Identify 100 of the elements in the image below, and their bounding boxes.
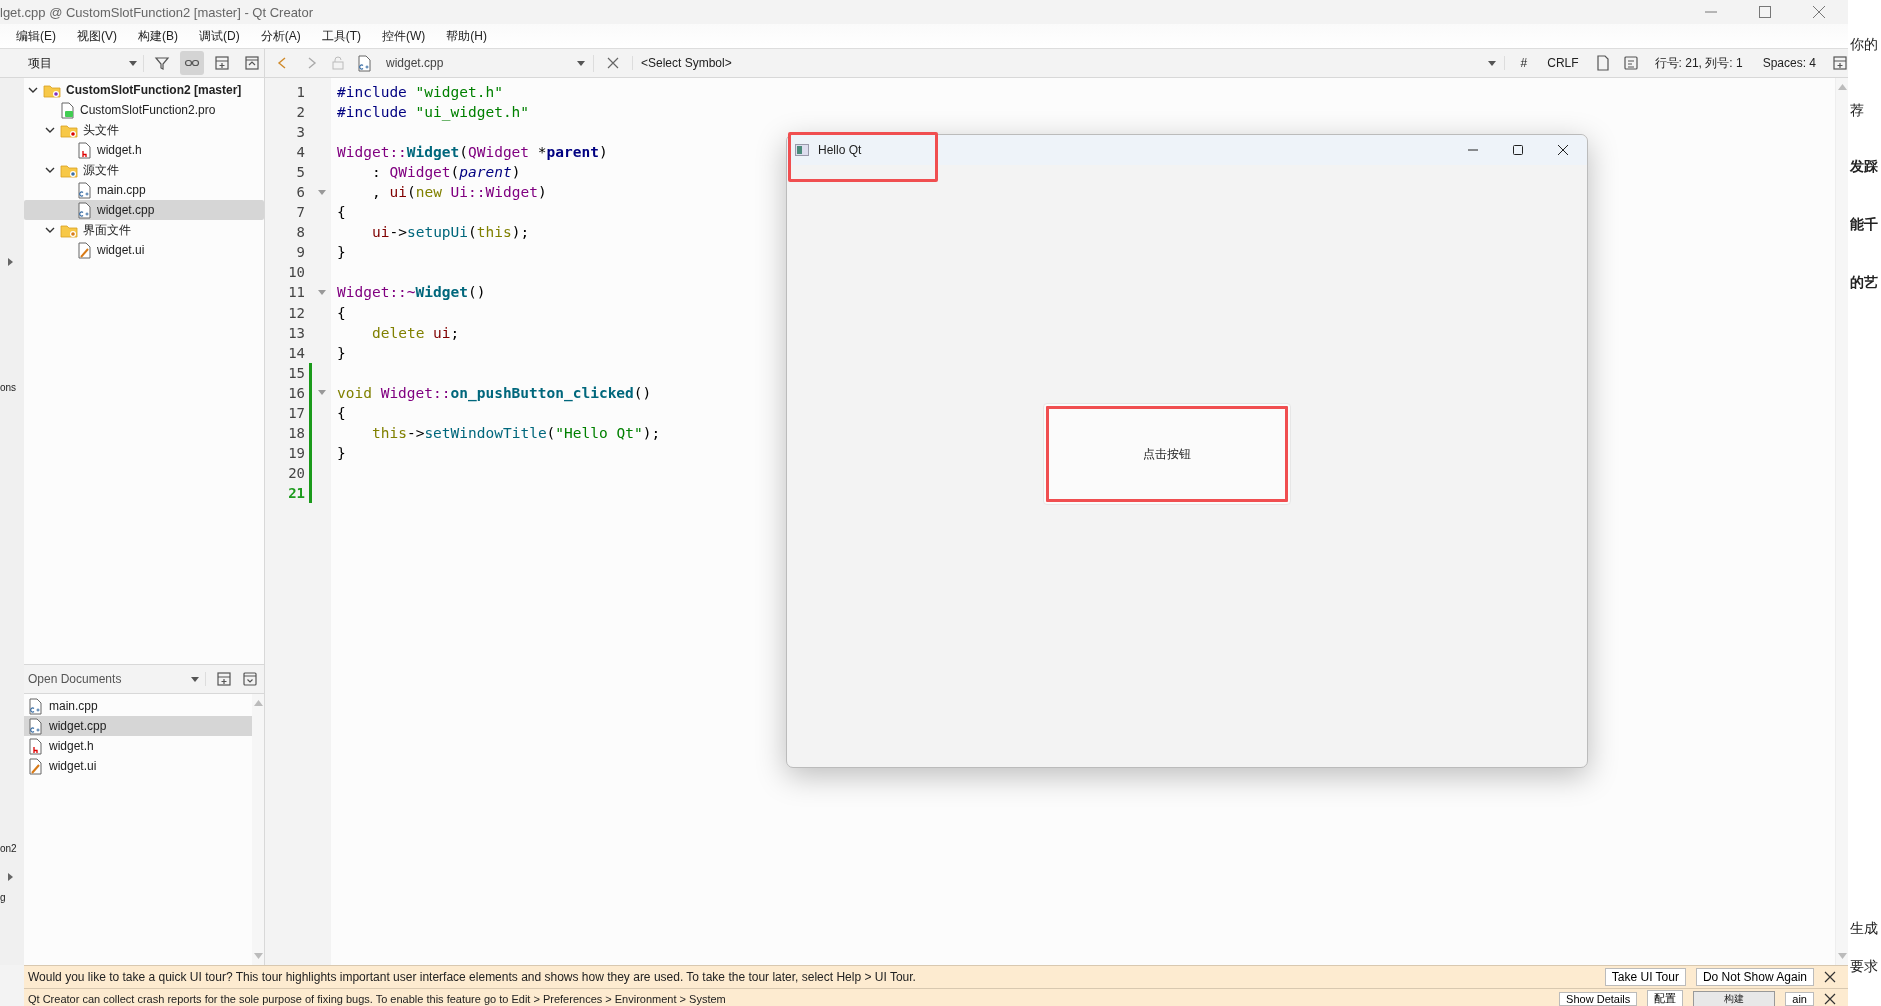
menu-item[interactable]: 帮助(H) bbox=[446, 27, 487, 45]
tree-item[interactable]: CustomSlotFunction2 [master] bbox=[24, 80, 264, 100]
cpp-file-icon bbox=[357, 54, 372, 72]
document-item[interactable]: main.cpp bbox=[24, 696, 252, 716]
line-number: 6 bbox=[295, 184, 305, 201]
notification-text: Would you like to take a quick UI tour? This tour highlights important user interface elements and shows how they are used. To take the tour later, select Help > UI Tour. bbox=[28, 970, 917, 984]
collapse-icon[interactable] bbox=[242, 671, 258, 687]
filter-icon[interactable] bbox=[154, 55, 170, 71]
menu-item[interactable]: 调试(D) bbox=[199, 27, 240, 45]
dropdown-arrow-icon bbox=[191, 676, 199, 682]
notification-text: Qt Creator can collect crash reports for the sole purpose of fixing bugs. To enable this feature go to Edit > Preferences > Environment > System bbox=[28, 992, 727, 1005]
cpp-file-icon bbox=[28, 717, 43, 735]
code-line: this->setWindowTitle("Hello Qt"); bbox=[371, 424, 661, 441]
tree-item[interactable]: widget.h bbox=[24, 140, 264, 160]
dropdown-arrow-icon bbox=[577, 60, 585, 66]
menu-item[interactable]: 编辑(E) bbox=[16, 27, 56, 45]
text-fragment: 的艺 bbox=[1850, 274, 1879, 292]
tree-item[interactable]: CustomSlotFunction2.pro bbox=[24, 100, 264, 120]
line-number: 20 bbox=[287, 464, 305, 481]
project-folder-icon bbox=[43, 82, 61, 98]
menu-item[interactable]: 构建(B) bbox=[138, 27, 178, 45]
split-icon[interactable] bbox=[216, 671, 232, 687]
line-number: 19 bbox=[287, 444, 305, 461]
notification-button[interactable]: Do Not Show Again bbox=[1695, 968, 1814, 986]
symbol-selector[interactable]: <Select Symbol> bbox=[632, 56, 1505, 70]
tree-item[interactable]: widget.cpp bbox=[24, 200, 264, 220]
code-line: { bbox=[337, 204, 346, 221]
code-line: { bbox=[337, 404, 346, 421]
label-fragment: ons bbox=[0, 382, 17, 393]
cursor-position[interactable]: 行号: 21, 列号: 1 bbox=[1654, 54, 1743, 72]
project-file-icon bbox=[60, 101, 75, 119]
menu-item[interactable]: 视图(V) bbox=[77, 27, 117, 45]
cpp-file-icon bbox=[77, 201, 92, 219]
line-number: 15 bbox=[287, 364, 305, 381]
notification-button[interactable]: Show Details bbox=[1559, 991, 1638, 1006]
window-title: Hello Qt bbox=[818, 143, 862, 157]
fold-arrow-icon[interactable] bbox=[317, 189, 326, 195]
view-selector[interactable]: 项目 bbox=[24, 54, 144, 72]
menu-item[interactable]: 控件(W) bbox=[382, 27, 426, 45]
fold-arrow-icon[interactable] bbox=[317, 390, 326, 396]
line-number: 1 bbox=[295, 84, 305, 100]
tooltip: 构建 bbox=[1693, 990, 1776, 1006]
expand-arrow-icon[interactable] bbox=[8, 258, 13, 266]
window-title: lget.cpp @ CustomSlotFunction2 [master] - Qt Creator bbox=[0, 4, 315, 20]
document-item[interactable]: widget.ui bbox=[24, 756, 252, 776]
line-number: 5 bbox=[295, 164, 305, 181]
tree-item[interactable]: 头文件 bbox=[24, 120, 264, 140]
code-line: Widget::~Widget() bbox=[337, 284, 486, 301]
split-icon[interactable] bbox=[214, 55, 230, 71]
line-number: 9 bbox=[295, 244, 305, 261]
code-line: } bbox=[337, 444, 346, 461]
text-fragment: 荐 bbox=[1850, 102, 1865, 120]
notification-button[interactable]: 配置 bbox=[1647, 990, 1684, 1006]
close-icon[interactable] bbox=[1824, 971, 1836, 983]
push-button[interactable]: 点击按钮 bbox=[1043, 403, 1291, 505]
notification-button[interactable]: Take UI Tour bbox=[1604, 968, 1686, 986]
file-icon[interactable] bbox=[1594, 55, 1611, 71]
split-icon[interactable] bbox=[1832, 55, 1848, 71]
code-line: , ui(new Ui::Widget) bbox=[371, 184, 547, 201]
line-number: 17 bbox=[287, 404, 305, 421]
close-icon[interactable] bbox=[1824, 992, 1836, 1005]
header-file-icon bbox=[77, 141, 92, 159]
header-file-icon bbox=[28, 737, 43, 755]
line-number: 7 bbox=[295, 204, 305, 221]
line-number: 14 bbox=[287, 344, 305, 361]
tree-item[interactable]: 源文件 bbox=[24, 160, 264, 180]
encoding-button[interactable]: # bbox=[1520, 56, 1528, 70]
text-fragment: 能千 bbox=[1850, 216, 1879, 234]
expand-arrow-icon[interactable] bbox=[8, 873, 13, 881]
tree-item[interactable]: main.cpp bbox=[24, 180, 264, 200]
dropdown-arrow-icon bbox=[129, 60, 137, 66]
line-number: 12 bbox=[287, 304, 305, 321]
line-number: 21 bbox=[287, 484, 305, 501]
text-fragment: 要求 bbox=[1850, 958, 1879, 976]
file-selector[interactable]: widget.cpp bbox=[357, 54, 594, 72]
line-number: 18 bbox=[287, 424, 305, 441]
form-file-icon bbox=[28, 757, 43, 775]
text-fragment: 发踩 bbox=[1850, 158, 1879, 176]
document-item[interactable]: widget.h bbox=[24, 736, 252, 756]
menu-item[interactable]: 工具(T) bbox=[321, 27, 361, 45]
line-ending-button[interactable]: CRLF bbox=[1547, 56, 1579, 70]
line-number: 13 bbox=[287, 324, 305, 341]
tree-item[interactable]: 界面文件 bbox=[24, 220, 264, 240]
code-line: Widget::Widget(QWidget *parent) bbox=[337, 144, 608, 161]
cpp-file-icon bbox=[28, 697, 43, 715]
maximize-icon[interactable] bbox=[1512, 144, 1524, 156]
document-icon[interactable] bbox=[1622, 55, 1639, 71]
indent-setting[interactable]: Spaces: 4 bbox=[1762, 56, 1816, 70]
label-fragment: on2 bbox=[0, 843, 17, 854]
tree-item[interactable]: widget.ui bbox=[24, 240, 264, 260]
menu-item[interactable]: 分析(A) bbox=[260, 27, 301, 45]
form-file-icon bbox=[77, 241, 92, 259]
fold-arrow-icon[interactable] bbox=[317, 290, 326, 295]
document-item[interactable]: widget.cpp bbox=[24, 716, 252, 736]
notification-button[interactable]: ain bbox=[1785, 991, 1814, 1006]
close-icon[interactable] bbox=[1557, 144, 1569, 156]
line-number: 8 bbox=[295, 224, 305, 241]
line-number: 3 bbox=[295, 124, 305, 141]
text-fragment: 你的 bbox=[1850, 36, 1879, 54]
collapse-icon[interactable] bbox=[244, 55, 260, 71]
